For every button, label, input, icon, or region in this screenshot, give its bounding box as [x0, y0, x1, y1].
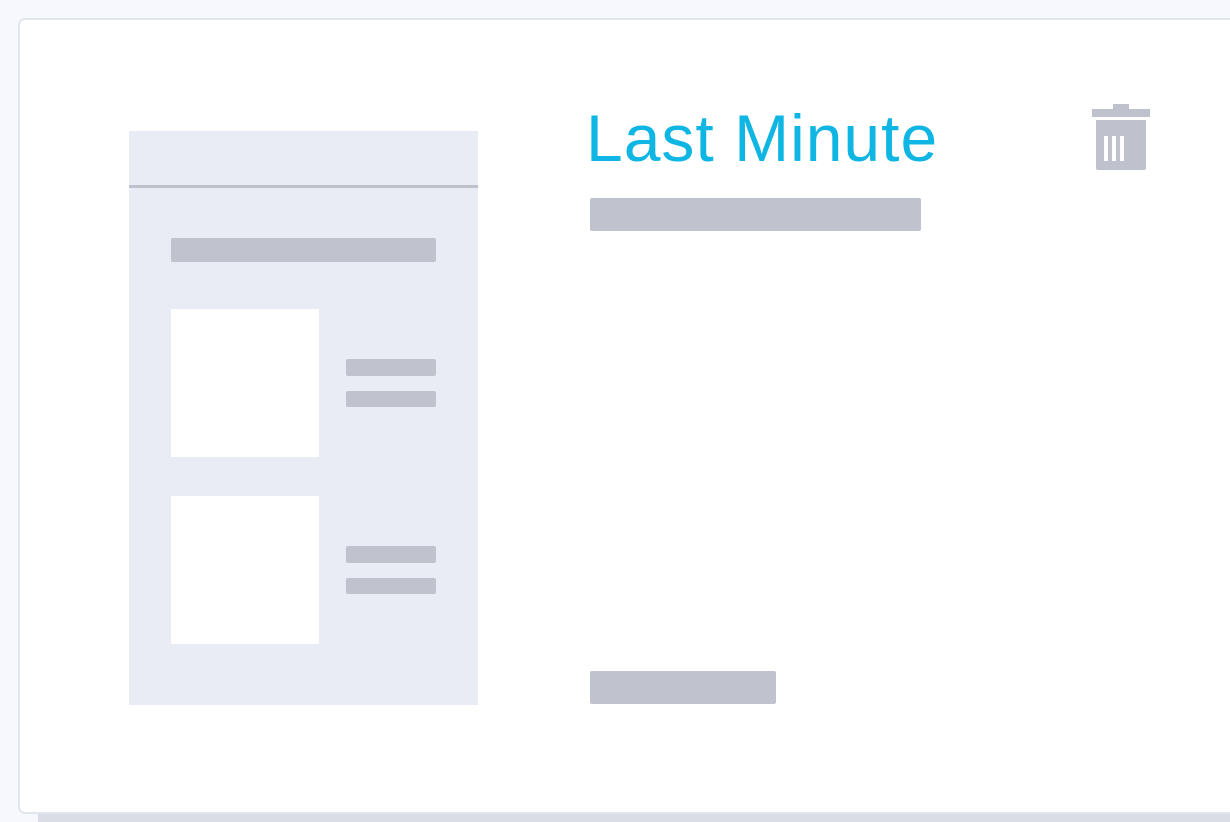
- template-title: Last Minute: [586, 101, 939, 175]
- description-placeholder: [590, 198, 921, 231]
- preview-text-placeholder: [346, 359, 436, 376]
- trash-icon: [1092, 104, 1150, 170]
- preview-text-placeholder: [346, 578, 436, 594]
- template-preview[interactable]: [129, 131, 478, 705]
- preview-image-placeholder: [171, 309, 319, 457]
- preview-header-divider: [129, 185, 478, 188]
- preview-heading-placeholder: [171, 238, 436, 262]
- delete-button[interactable]: [1092, 104, 1150, 174]
- meta-placeholder: [590, 671, 776, 704]
- preview-text-placeholder: [346, 391, 436, 407]
- preview-image-placeholder: [171, 496, 319, 644]
- preview-text-placeholder: [346, 546, 436, 563]
